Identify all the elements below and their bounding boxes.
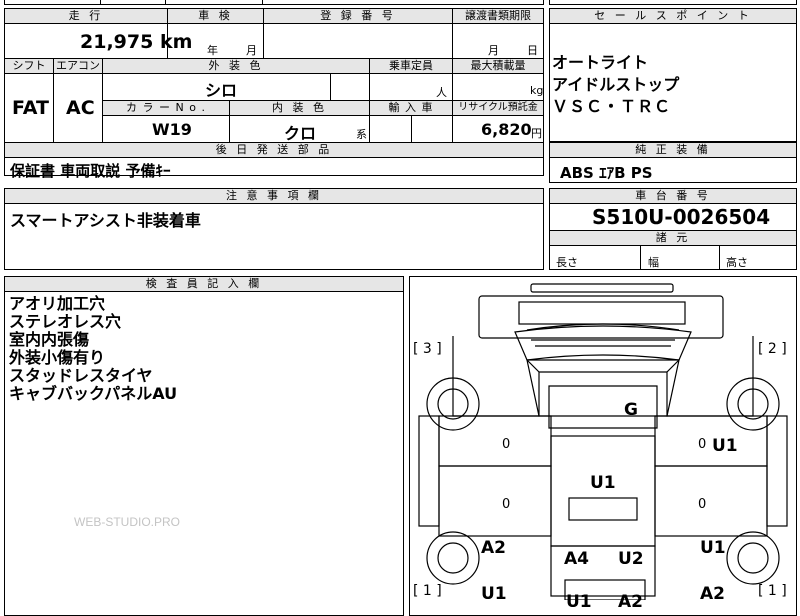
mileage-value: 21,975 km (80, 31, 193, 53)
interior-color-value: クロ (284, 124, 317, 143)
notes-header: 注 意 事 項 欄 (4, 188, 544, 204)
mileage-header: 走 行 (4, 8, 168, 24)
width-label: 幅 (648, 256, 659, 269)
tire-label: [ 2 ] (758, 341, 787, 357)
color-no-value: W19 (152, 120, 192, 139)
inspector-note-item: ステレオレス穴 (9, 312, 122, 331)
tire-label: [ 3 ] (413, 341, 442, 357)
damage-code: A2 (618, 592, 643, 612)
zero-mark: 0 (698, 437, 707, 452)
watermark: WEB-STUDIO.PRO (74, 515, 181, 529)
inspector-note-item: スタッドレスタイヤ (9, 366, 153, 385)
sales-point-item: オートライト (552, 53, 649, 72)
transfer-day: 日 (527, 44, 538, 57)
later-parts-value: 保証書 車両取説 予備ｷｰ (10, 162, 171, 180)
top-cut-strip (4, 0, 544, 5)
registration-header: 登 録 番 号 (263, 8, 453, 24)
sales-points-header: セ ー ル ス ポ イ ン ト (549, 8, 797, 24)
tire-label: [ 1 ] (413, 583, 442, 599)
height-label: 高さ (726, 256, 748, 269)
notes-value: スマートアシスト非装着車 (10, 211, 201, 230)
chassis-header: 車 台 番 号 (549, 188, 797, 204)
import-header: 輸 入 車 (369, 100, 453, 116)
exterior-color-header: 外 装 色 (102, 58, 370, 74)
genuine-equipment-header: 純 正 装 備 (549, 142, 797, 158)
damage-code: U1 (712, 436, 738, 456)
genuine-equipment-value: ABS ｴｱB PS (560, 164, 653, 182)
truck-diagram (418, 283, 788, 600)
inspector-notes-list: アオリ加工穴 ステレオレス穴 室内内張傷 外装小傷有り スタッドレスタイヤ キャ… (9, 295, 177, 403)
damage-code: U2 (618, 549, 644, 569)
sales-point-item: アイドルストップ (552, 75, 680, 94)
aircon-value: AC (66, 97, 95, 119)
recycle-fee-header: リサイクル預託金 (452, 100, 544, 116)
mileage-unit: km (159, 31, 193, 53)
interior-color-header: 内 装 色 (229, 100, 370, 116)
aircon-header: エアコン (53, 58, 103, 74)
max-load-unit: kg (530, 84, 544, 97)
recycle-fee-unit: 円 (531, 127, 542, 140)
dimensions-header: 諸 元 (549, 230, 797, 246)
inspection-year: 年 (207, 44, 218, 57)
inspector-note-item: 室内内張傷 (9, 330, 90, 349)
damage-code: U1 (481, 584, 507, 604)
color-no-header: カ ラ ー N o . (102, 100, 230, 116)
sales-points-list: オートライト アイドルストップ ＶＳＣ・ＴＲＣ (552, 52, 679, 118)
zero-mark: 0 (502, 437, 511, 452)
damage-code: U1 (566, 592, 592, 612)
chassis-number: S510U-0026504 (592, 205, 771, 229)
zero-mark: 0 (502, 497, 511, 512)
shift-value: FAT (12, 97, 49, 119)
inspector-note-item: 外装小傷有り (9, 348, 106, 367)
damage-code: A2 (481, 538, 506, 558)
damage-code: U1 (590, 473, 616, 493)
inspector-notes-header: 検 査 員 記 入 欄 (4, 276, 404, 292)
transfer-deadline-header: 譲渡書類期限 (452, 8, 544, 24)
later-parts-header: 後 日 発 送 部 品 (4, 142, 544, 158)
interior-color-suffix: 系 (356, 128, 367, 141)
recycle-fee-value: 6,820 (481, 120, 532, 139)
damage-code: A2 (700, 584, 725, 604)
max-load-header: 最大積載量 (452, 58, 544, 74)
exterior-color-value: シロ (205, 81, 238, 100)
inspection-month: 月 (246, 44, 257, 57)
damage-code: U1 (700, 538, 726, 558)
sales-point-item: ＶＳＣ・ＴＲＣ (552, 97, 672, 116)
capacity-header: 乗車定員 (369, 58, 453, 74)
damage-code: A4 (564, 549, 589, 569)
inspector-note-item: アオリ加工穴 (9, 294, 106, 313)
zero-mark: 0 (698, 497, 707, 512)
shift-header: シフト (4, 58, 54, 74)
damage-code: G (624, 400, 638, 420)
tire-label: [ 1 ] (758, 583, 787, 599)
capacity-unit: 人 (436, 86, 447, 99)
transfer-month: 月 (488, 44, 499, 57)
length-label: 長さ (556, 256, 578, 269)
inspection-header: 車 検 (167, 8, 264, 24)
inspector-note-item: キャブバックパネルAU (9, 384, 178, 403)
